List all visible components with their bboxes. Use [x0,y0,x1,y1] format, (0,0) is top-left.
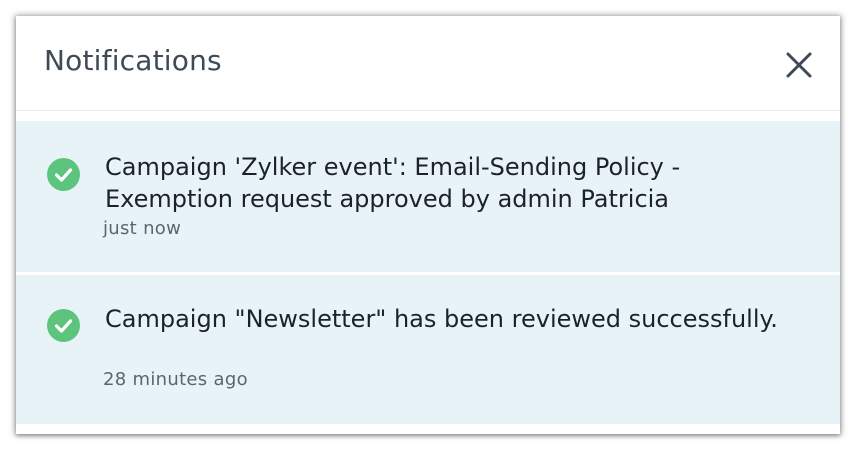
check-circle-icon [47,309,80,342]
close-icon [786,52,812,78]
panel-title: Notifications [44,44,222,77]
notification-item[interactable]: Campaign "Newsletter" has been reviewed … [16,273,840,425]
header-spacer [16,111,840,121]
notification-timestamp: just now [103,218,182,239]
notification-item[interactable]: Campaign 'Zylker event': Email-Sending P… [16,121,840,273]
notifications-panel: Notifications Campaign 'Zylker event': E… [16,16,840,434]
notification-list: Campaign 'Zylker event': Email-Sending P… [16,121,840,425]
notification-timestamp: 28 minutes ago [103,369,248,390]
close-button[interactable] [782,48,816,82]
panel-header: Notifications [16,16,840,111]
notification-message: Campaign 'Zylker event': Email-Sending P… [105,153,681,213]
check-circle-icon [47,158,80,191]
notification-message: Campaign "Newsletter" has been reviewed … [105,305,778,333]
